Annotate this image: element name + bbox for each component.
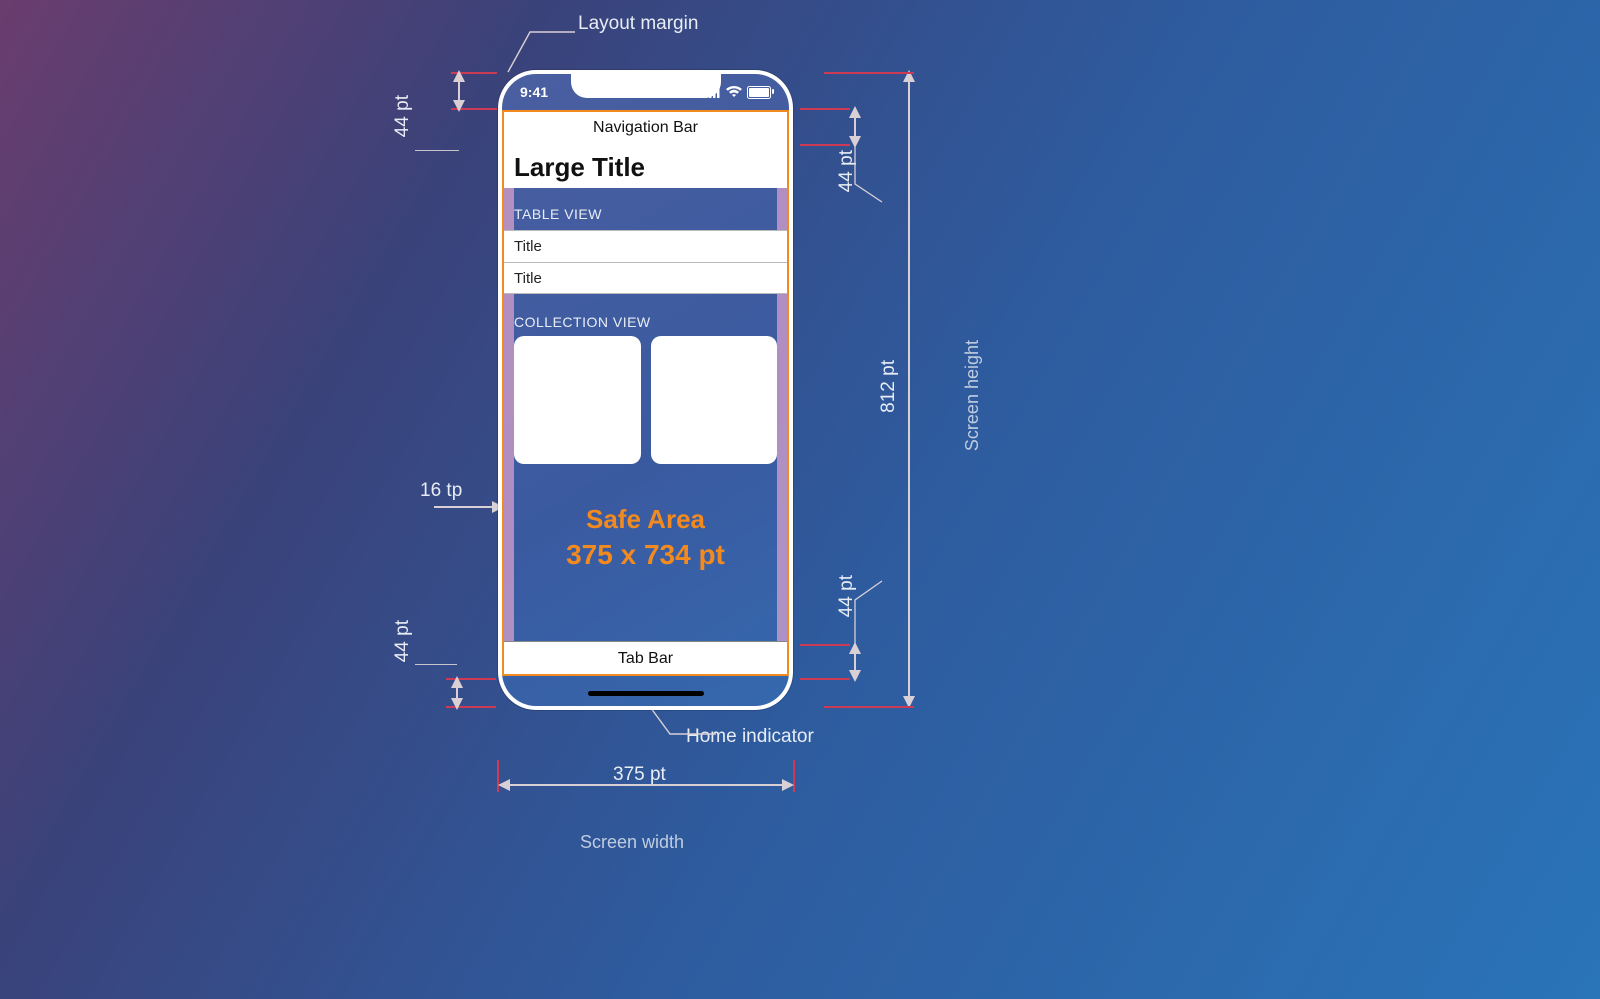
arrow-icon [451, 676, 463, 688]
red-guide [824, 706, 914, 708]
collection-view [514, 336, 777, 464]
dim-status-bar: 44 pt [392, 95, 414, 137]
arrow-icon [849, 106, 861, 118]
dim-line-screen-height [908, 72, 910, 706]
arrow-icon [782, 779, 794, 791]
phone-screen: 9:41 Navigation Bar Large Title [502, 74, 789, 706]
table-row[interactable]: Title [502, 262, 789, 294]
collection-cell[interactable] [651, 336, 778, 464]
dim-line [434, 506, 499, 508]
navigation-bar[interactable]: Navigation Bar [502, 110, 789, 147]
table-view-header: TABLE VIEW [514, 206, 602, 222]
layout-margin-left [502, 110, 514, 676]
status-right [705, 86, 771, 99]
dim-home-indicator: 44 pt [392, 620, 414, 662]
layout-margin-right [777, 110, 789, 676]
red-guide [800, 678, 850, 680]
collection-view-header: COLLECTION VIEW [514, 314, 651, 330]
safe-area-title: Safe Area [502, 504, 789, 535]
status-time: 9:41 [520, 84, 548, 100]
tab-bar[interactable]: Tab Bar [502, 641, 789, 676]
arrow-icon [453, 100, 465, 112]
table-row-title: Title [514, 270, 542, 287]
large-title: Large Title [502, 146, 789, 188]
arrow-icon [849, 670, 861, 682]
callout-line [854, 144, 894, 204]
arrow-icon [453, 70, 465, 82]
table-view: Title Title [502, 230, 789, 294]
label-screen-height: Screen height [962, 340, 983, 451]
red-guide [800, 108, 850, 110]
dim-screen-width: 375 pt [613, 764, 666, 786]
navigation-bar-label: Navigation Bar [593, 119, 698, 137]
signal-icon [705, 87, 721, 98]
red-guide [824, 72, 914, 74]
safe-area-size: 375 x 734 pt [502, 539, 789, 571]
collection-cell[interactable] [514, 336, 641, 464]
wifi-icon [726, 86, 742, 98]
tab-bar-label: Tab Bar [618, 650, 673, 668]
large-title-text: Large Title [514, 152, 645, 183]
safe-area-caption: Safe Area 375 x 734 pt [502, 504, 789, 571]
dim-screen-height: 812 pt [878, 360, 900, 413]
phone-frame: 9:41 Navigation Bar Large Title [498, 70, 793, 710]
red-guide [800, 644, 850, 646]
home-indicator[interactable] [588, 691, 704, 696]
ext-line [415, 664, 457, 665]
arrow-icon [498, 779, 510, 791]
arrow-icon [451, 698, 463, 710]
ext-line [415, 150, 459, 151]
table-row-title: Title [514, 238, 542, 255]
diagram-stage: Layout margin 44 pt 44 pt 44 pt 44 pt 16… [0, 0, 1600, 999]
dim-layout-margin: 16 tp [420, 480, 462, 502]
table-row[interactable]: Title [502, 230, 789, 262]
status-bar: 9:41 [502, 74, 789, 110]
red-guide [800, 144, 850, 146]
battery-icon [747, 86, 771, 99]
callout-line [854, 580, 894, 646]
label-screen-width: Screen width [580, 832, 684, 853]
